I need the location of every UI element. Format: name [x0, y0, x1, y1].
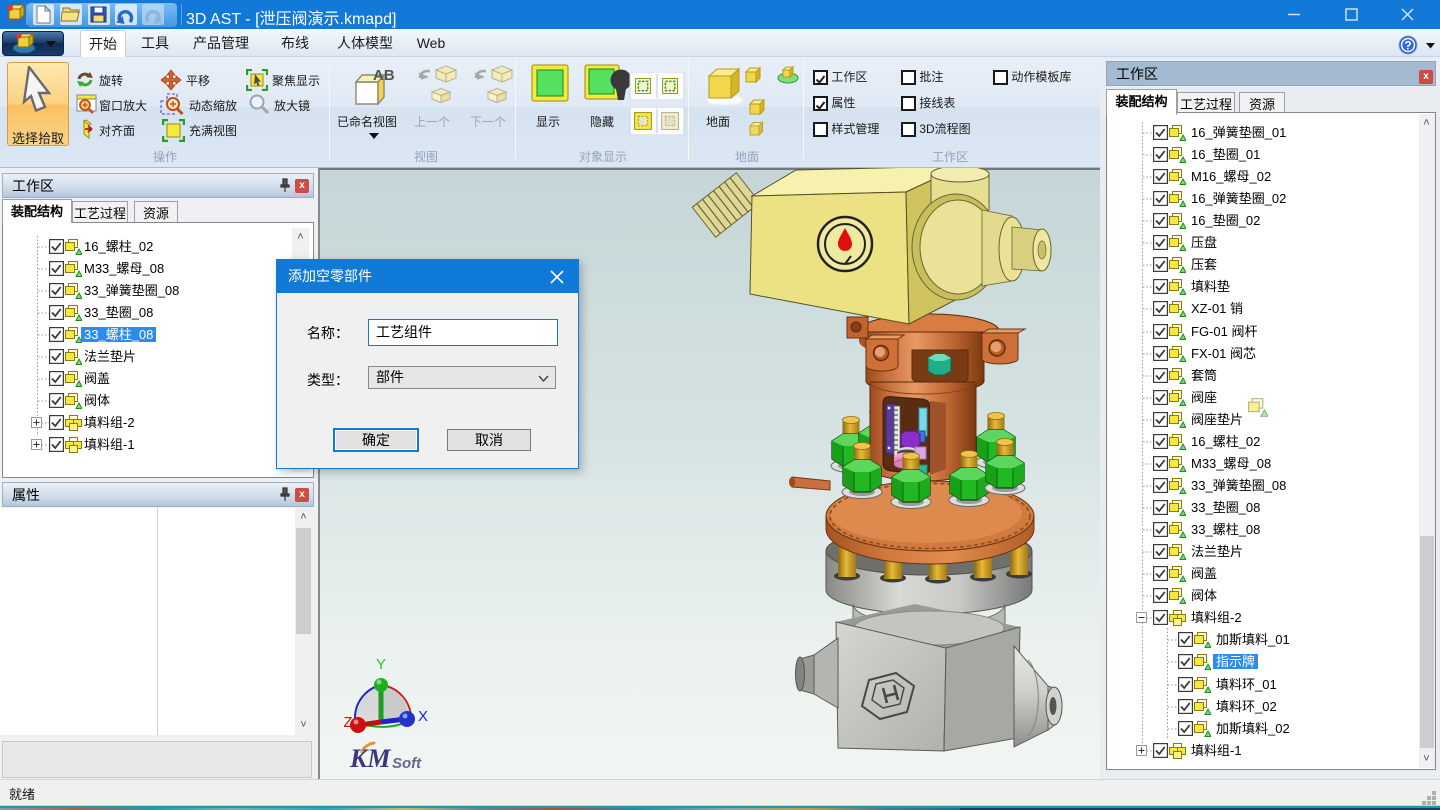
svg-text:Y: Y: [376, 656, 386, 673]
svg-text:X: X: [418, 708, 428, 725]
svg-text:?: ?: [1404, 39, 1411, 53]
svg-text:Z: Z: [344, 714, 353, 731]
svg-text:AB: AB: [373, 67, 395, 84]
svg-text:Soft: Soft: [392, 755, 422, 772]
svg-text:KM: KM: [349, 744, 391, 773]
